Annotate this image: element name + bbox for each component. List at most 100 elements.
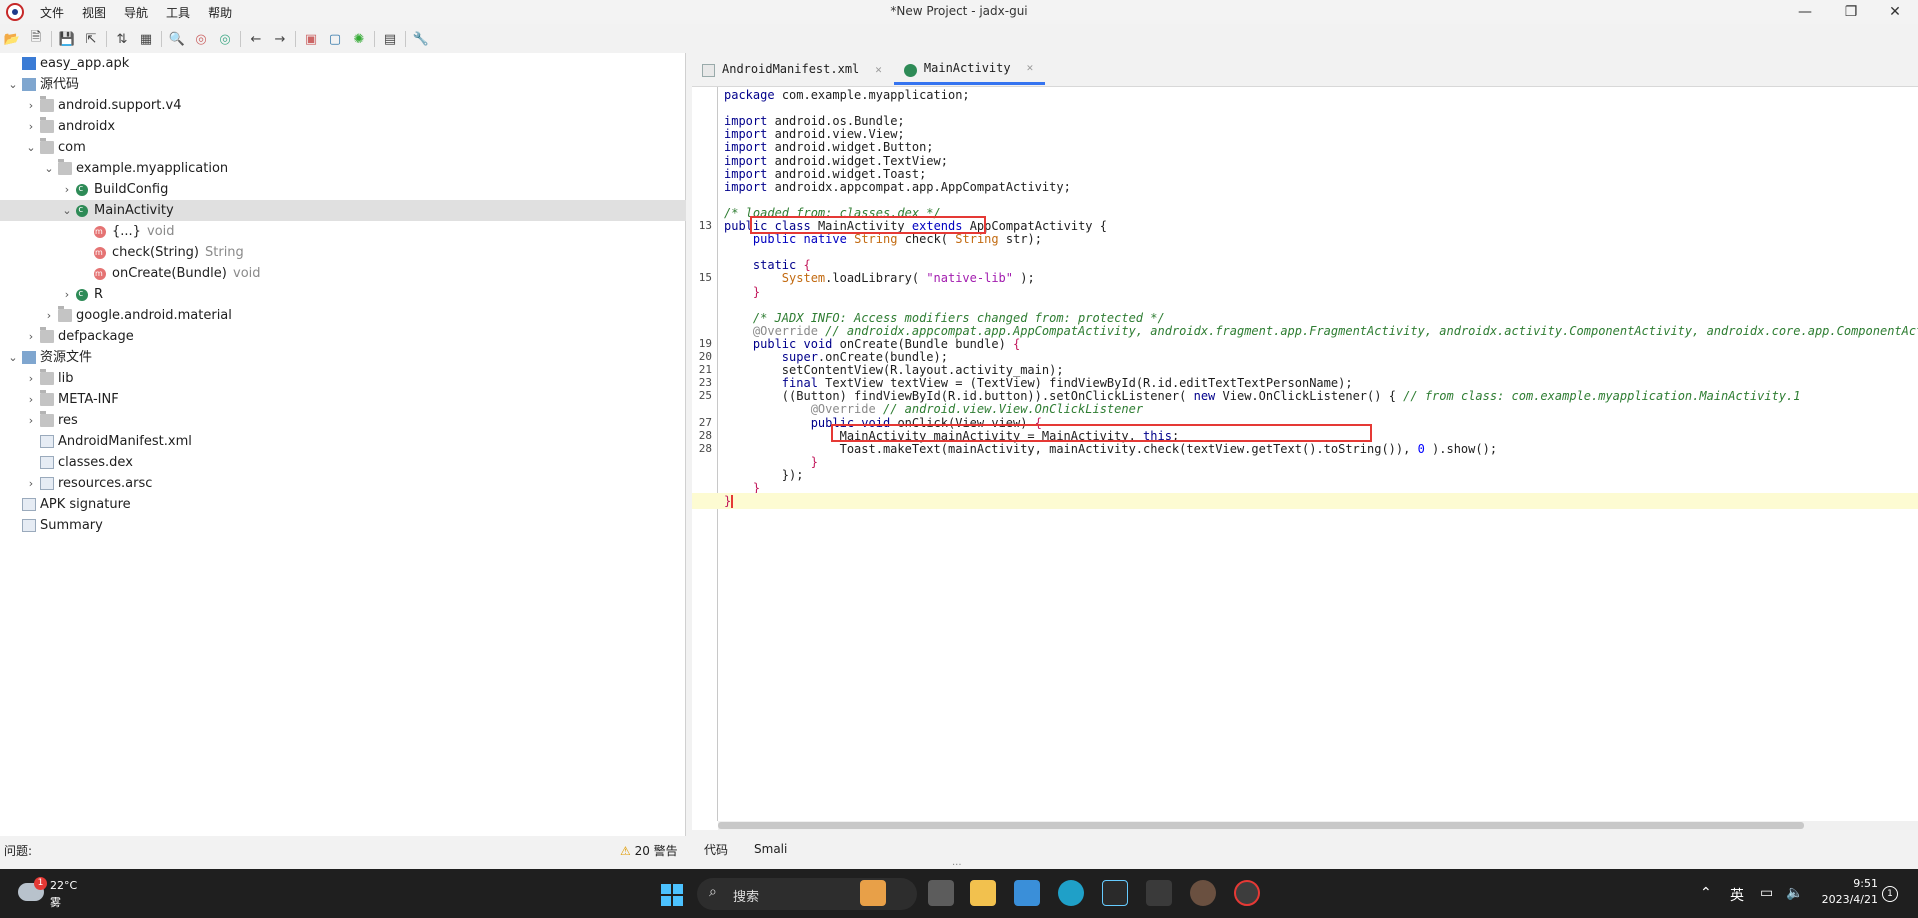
tree-item[interactable]: ⌄ 资源文件	[0, 347, 686, 368]
weather-widget[interactable]: 1 22°C 雾	[14, 877, 94, 911]
window-title: *New Project - jadx-gui	[890, 4, 1028, 18]
debug-icon[interactable]: ✺	[347, 28, 371, 50]
menu-navigation[interactable]: 导航	[124, 4, 148, 21]
file-explorer-icon[interactable]	[970, 880, 996, 906]
tree-item[interactable]: ⌄ MainActivity	[0, 200, 686, 221]
tree-item[interactable]: check(String) String	[0, 242, 686, 263]
open-icon[interactable]: 📂	[0, 28, 24, 50]
toolbar-separator	[161, 31, 162, 47]
forward-icon[interactable]: →	[268, 28, 292, 50]
avatar-app-icon[interactable]	[1190, 880, 1216, 906]
store-icon[interactable]	[1014, 880, 1040, 906]
chevron-right-icon[interactable]: ›	[24, 368, 38, 389]
horizontal-scrollbar[interactable]	[718, 821, 1918, 830]
tree-item[interactable]: ›R	[0, 284, 686, 305]
log-icon[interactable]: ▤	[378, 28, 402, 50]
tree-item[interactable]: ⌄ 源代码	[0, 74, 686, 95]
sync-icon[interactable]: ⇅	[110, 28, 134, 50]
tree-item[interactable]: › res	[0, 410, 686, 431]
tree-item[interactable]: › google.android.material	[0, 305, 686, 326]
chevron-right-icon[interactable]: ›	[24, 410, 38, 431]
tree-item[interactable]: APK signature	[0, 494, 686, 515]
tree-item[interactable]: {...} void	[0, 221, 686, 242]
chevron-right-icon[interactable]: ›	[24, 326, 38, 347]
minimize-button[interactable]: —	[1782, 0, 1828, 24]
code-token: .loadLibrary(	[825, 271, 920, 285]
back-icon[interactable]: ←	[244, 28, 268, 50]
tree-item[interactable]: › androidx	[0, 116, 686, 137]
task-view-icon[interactable]	[928, 880, 954, 906]
find-usage-icon[interactable]: ◎	[213, 28, 237, 50]
briefcase-icon[interactable]	[860, 880, 886, 906]
tab-mainactivity[interactable]: MainActivity ✕	[893, 53, 1046, 85]
tree-item[interactable]: › resources.arsc	[0, 473, 686, 494]
search-icon[interactable]: 🔍	[165, 28, 189, 50]
menu-file[interactable]: 文件	[40, 4, 64, 21]
export-icon[interactable]: ⇱	[79, 28, 103, 50]
chevron-right-icon[interactable]: ›	[60, 179, 74, 200]
menu-help[interactable]: 帮助	[208, 4, 232, 21]
chevron-down-icon[interactable]: ⌄	[24, 137, 38, 158]
chevron-right-icon[interactable]: ›	[24, 95, 38, 116]
edge-browser-icon[interactable]	[1058, 880, 1084, 906]
tree-item-label: onCreate(Bundle)	[112, 266, 227, 281]
warnings-indicator[interactable]: ⚠ 20 警告	[620, 842, 678, 859]
scrollbar-thumb[interactable]	[718, 822, 1804, 829]
volume-icon[interactable]: 🔈	[1786, 885, 1803, 901]
chevron-right-icon[interactable]: ›	[42, 305, 56, 326]
tree-item[interactable]: › defpackage	[0, 326, 686, 347]
menu-tools[interactable]: 工具	[166, 4, 190, 21]
fox-app-icon[interactable]	[1102, 880, 1128, 906]
tab-code[interactable]: 代码	[704, 841, 728, 858]
start-button[interactable]	[661, 884, 683, 906]
tree-item[interactable]: › BuildConfig	[0, 179, 686, 200]
tree-item[interactable]: › lib	[0, 368, 686, 389]
notification-badge[interactable]: 1	[1882, 886, 1898, 902]
flatten-icon[interactable]: ▦	[134, 28, 158, 50]
tree-item[interactable]: › META-INF	[0, 389, 686, 410]
tab-smali[interactable]: Smali	[754, 842, 787, 856]
close-icon[interactable]: ✕	[1027, 61, 1034, 74]
chevron-down-icon[interactable]: ⌄	[60, 200, 74, 221]
code-area[interactable]: package com.example.myapplication; import…	[692, 87, 1918, 821]
close-button[interactable]: ✕	[1872, 0, 1918, 24]
jadx-taskbar-icon[interactable]	[1234, 880, 1260, 906]
chevron-up-icon[interactable]: ⌃	[1700, 885, 1712, 901]
chevron-right-icon[interactable]: ›	[24, 389, 38, 410]
add-files-icon[interactable]: 🗎	[24, 28, 48, 50]
chevron-down-icon[interactable]: ⌄	[6, 74, 20, 95]
preferences-icon[interactable]: 🔧	[409, 28, 433, 50]
terminal-icon[interactable]	[1146, 880, 1172, 906]
tree-item-label: Summary	[40, 518, 103, 533]
close-icon[interactable]: ✕	[875, 63, 882, 76]
tree-item[interactable]: AndroidManifest.xml	[0, 431, 686, 452]
tab-androidmanifest-xml[interactable]: AndroidManifest.xml ✕	[692, 53, 894, 85]
code-token: import	[724, 140, 768, 154]
tree-item[interactable]: easy_app.apk	[0, 53, 686, 74]
tree-item[interactable]: ⌄ com	[0, 137, 686, 158]
tree-item[interactable]: onCreate(Bundle) void	[0, 263, 686, 284]
tree-item[interactable]: ⌄ example.myapplication	[0, 158, 686, 179]
tree-item[interactable]: classes.dex	[0, 452, 686, 473]
quark-icon[interactable]: ▣	[299, 28, 323, 50]
tree-item[interactable]: › android.support.v4	[0, 95, 686, 116]
chevron-down-icon[interactable]: ⌄	[6, 347, 20, 368]
code-editor[interactable]: package com.example.myapplication; import…	[692, 86, 1918, 830]
code-line: }	[692, 493, 1918, 509]
cls-icon	[76, 200, 88, 221]
ime-indicator[interactable]: 英	[1730, 885, 1744, 905]
code-view-tabs: 代码 Smali	[692, 838, 787, 860]
tree-item-label: com	[58, 140, 86, 155]
chevron-right-icon[interactable]: ›	[24, 116, 38, 137]
deobfuscation-icon[interactable]: ▢	[323, 28, 347, 50]
network-icon[interactable]: ▭	[1760, 885, 1773, 901]
system-clock[interactable]: 9:51 2023/4/21	[1812, 876, 1878, 908]
find-class-icon[interactable]: ◎	[189, 28, 213, 50]
maximize-button[interactable]: ❐	[1828, 0, 1874, 24]
menu-view[interactable]: 视图	[82, 4, 106, 21]
chevron-right-icon[interactable]: ›	[24, 473, 38, 494]
chevron-right-icon[interactable]: ›	[60, 284, 74, 305]
chevron-down-icon[interactable]: ⌄	[42, 158, 56, 179]
save-icon[interactable]: 💾	[55, 28, 79, 50]
tree-item[interactable]: Summary	[0, 515, 686, 536]
